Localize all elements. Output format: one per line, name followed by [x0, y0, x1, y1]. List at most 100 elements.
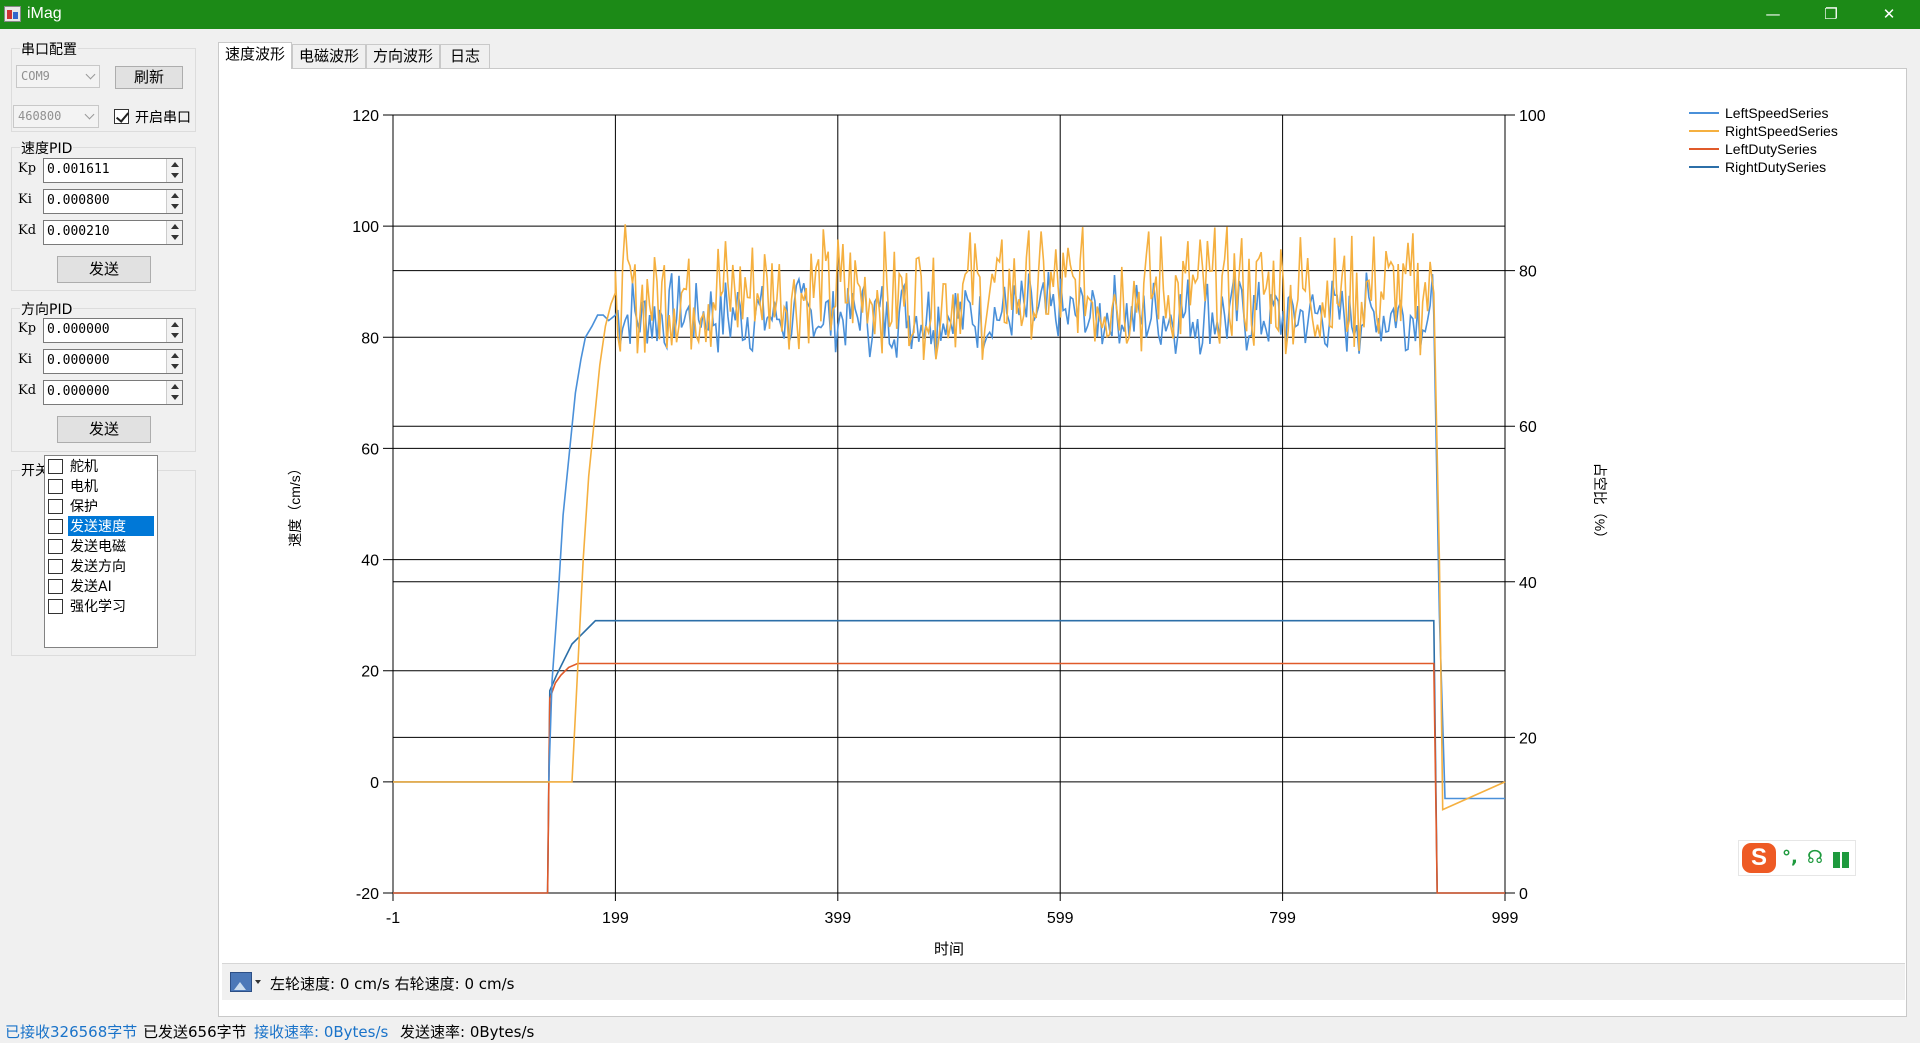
sent-bytes: 已发送656字节 — [143, 1023, 247, 1041]
switch-item-send-em[interactable]: 发送电磁 — [47, 536, 155, 556]
dir-kd-value: 0.000000 — [47, 384, 110, 399]
close-button[interactable]: ✕ — [1860, 0, 1918, 29]
y-tick-label: 40 — [361, 553, 379, 570]
dir-pid-send-button[interactable]: 发送 — [57, 416, 151, 443]
speed-pid-send-button[interactable]: 发送 — [57, 256, 151, 283]
y2-axis-label: 占空比（%） — [1592, 463, 1608, 545]
spinner-icon[interactable] — [166, 221, 182, 244]
checkbox[interactable] — [48, 499, 63, 514]
y-tick-label: 80 — [361, 330, 379, 347]
chart-area: -20 0 20 40 60 80 100 120 0 20 40 60 80 100 -1 199 399 59… — [222, 70, 1905, 963]
dropdown-arrow-icon[interactable] — [255, 980, 261, 984]
spinner-icon[interactable] — [166, 319, 182, 342]
picture-icon[interactable] — [230, 972, 252, 992]
ime-toolbar[interactable]: S °, ☊ — [1738, 840, 1856, 876]
switch-item-rl[interactable]: 强化学习 — [47, 596, 155, 616]
chart-footer: 左轮速度: 0 cm/s 右轮速度: 0 cm/s — [222, 963, 1905, 1000]
switch-item-send-speed[interactable]: 发送速度 — [47, 516, 155, 536]
x-axis-label: 时间 — [934, 941, 964, 958]
dir-ki-input[interactable]: 0.000000 — [43, 349, 183, 374]
open-port-checkbox[interactable] — [114, 109, 129, 124]
switch-list[interactable]: 舵机 电机 保护 发送速度 发送电磁 发送方向 发送AI 强化学习 — [44, 455, 158, 648]
x-tick-label: 399 — [824, 910, 851, 927]
checkbox[interactable] — [48, 459, 63, 474]
checkbox[interactable] — [48, 539, 63, 554]
spinner-icon[interactable] — [166, 381, 182, 404]
x-tick-label: 599 — [1047, 910, 1074, 927]
x-tick-label: 999 — [1492, 910, 1519, 927]
y-axis-label: 速度（cm/s） — [287, 461, 303, 547]
checkbox[interactable] — [48, 479, 63, 494]
tab-speed-wave[interactable]: 速度波形 — [218, 42, 292, 69]
y2-tick-label: 80 — [1519, 264, 1537, 281]
dir-kd-input[interactable]: 0.000000 — [43, 380, 183, 405]
y2-tick-label: 40 — [1519, 575, 1537, 592]
spinner-icon[interactable] — [166, 159, 182, 182]
app-icon — [4, 6, 21, 22]
switch-item-send-dir[interactable]: 发送方向 — [47, 556, 155, 576]
speed-kd-input[interactable]: 0.000210 — [43, 220, 183, 245]
received-bytes: 已接收326568字节 — [5, 1023, 138, 1041]
series-line-LeftSpeedSeries — [393, 271, 1505, 800]
legend-label: RightSpeedSeries — [1725, 123, 1838, 139]
checkbox[interactable] — [48, 519, 63, 534]
switch-item-label: 发送AI — [70, 579, 112, 595]
spinner-icon[interactable] — [166, 190, 182, 213]
y2-tick-label: 60 — [1519, 419, 1537, 436]
switch-item-label: 发送方向 — [70, 559, 126, 575]
tx-rate: 发送速率: 0Bytes/s — [400, 1023, 535, 1041]
dir-kp-label: Kp — [18, 321, 37, 336]
minimize-button[interactable]: — — [1744, 0, 1802, 29]
sogou-logo-icon[interactable]: S — [1742, 843, 1776, 873]
y-tick-label: 100 — [352, 219, 379, 236]
checkbox[interactable] — [48, 559, 63, 574]
chevron-down-icon — [85, 69, 96, 80]
port-select[interactable]: COM9 — [16, 65, 100, 88]
tab-log[interactable]: 日志 — [440, 44, 490, 68]
spinner-icon[interactable] — [166, 350, 182, 373]
y-tick-label: -20 — [356, 886, 379, 903]
switch-item-servo[interactable]: 舵机 — [47, 456, 155, 476]
dir-kp-input[interactable]: 0.000000 — [43, 318, 183, 343]
baud-select[interactable]: 460800 — [13, 105, 99, 128]
y2-tick-label: 20 — [1519, 730, 1537, 747]
switch-item-label: 发送速度 — [68, 516, 154, 536]
legend-label: LeftDutySeries — [1725, 141, 1817, 157]
refresh-button[interactable]: 刷新 — [115, 66, 183, 89]
switch-item-send-ai[interactable]: 发送AI — [47, 576, 155, 596]
switch-item-protect[interactable]: 保护 — [47, 496, 155, 516]
checkbox[interactable] — [48, 579, 63, 594]
headset-icon[interactable]: ☊ — [1807, 847, 1823, 868]
legend-label: LeftSpeedSeries — [1725, 105, 1829, 121]
tab-em-wave[interactable]: 电磁波形 — [292, 44, 366, 68]
tab-dir-wave[interactable]: 方向波形 — [366, 44, 440, 68]
x-tick-label: -1 — [386, 910, 400, 927]
chevron-down-icon — [84, 109, 95, 120]
restore-button[interactable]: ❐ — [1802, 0, 1860, 29]
switch-item-label: 发送电磁 — [70, 539, 126, 555]
dir-ki-label: Ki — [18, 352, 32, 367]
y-tick-label: 120 — [352, 108, 379, 125]
checkbox[interactable] — [48, 599, 63, 614]
series-line-LeftDutySeries — [393, 662, 1505, 894]
serial-group-label: 串口配置 — [20, 39, 78, 59]
speed-ki-input[interactable]: 0.000800 — [43, 189, 183, 214]
y-tick-label: 60 — [361, 441, 379, 458]
dir-ki-value: 0.000000 — [47, 353, 110, 368]
dir-kd-label: Kd — [18, 383, 37, 398]
y-tick-label: 20 — [361, 664, 379, 681]
switch-item-motor[interactable]: 电机 — [47, 476, 155, 496]
title-bar: iMag — ❐ ✕ — [0, 0, 1920, 29]
speed-kp-input[interactable]: 0.001611 — [43, 158, 183, 183]
wheel-speed-readout: 左轮速度: 0 cm/s 右轮速度: 0 cm/s — [270, 975, 515, 993]
dir-kp-value: 0.000000 — [47, 322, 110, 337]
speed-kp-value: 0.001611 — [47, 162, 110, 177]
series-line-RightDutySeries — [393, 619, 1505, 894]
x-tick-label: 799 — [1269, 910, 1296, 927]
speed-kp-label: Kp — [18, 161, 37, 176]
switch-item-label: 强化学习 — [70, 599, 126, 615]
y2-tick-label: 0 — [1519, 886, 1528, 903]
grid-icon[interactable] — [1833, 852, 1849, 868]
punctuation-icon[interactable]: °, — [1782, 847, 1798, 868]
speed-pid-label: 速度PID — [20, 138, 74, 158]
